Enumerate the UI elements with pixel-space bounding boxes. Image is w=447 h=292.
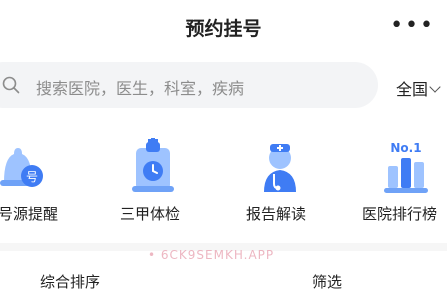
shortcut-label: 报告解读	[246, 205, 307, 223]
shortcut-label: 医院排行榜	[362, 205, 438, 223]
shortcut-slot-reminder[interactable]: 号 号源提醒	[0, 132, 80, 232]
search-placeholder: 搜索医院，医生，科室，疾病	[36, 79, 245, 98]
region-label: 全国	[396, 80, 429, 99]
no1-ranking-icon: No.1	[384, 141, 428, 193]
bell-number-icon: 号	[0, 148, 43, 187]
shortcut-grid: 号 号源提醒 三甲体检 报告解读 No.1 医院排行榜	[0, 132, 447, 232]
shortcut-label: 号源提醒	[0, 205, 59, 223]
search-row: 搜索医院，医生，科室，疾病 全国	[0, 62, 447, 110]
bell-badge-text: 号	[26, 170, 38, 184]
doctor-icon	[264, 144, 296, 192]
search-input[interactable]: 搜索医院，医生，科室，疾病	[0, 62, 378, 108]
ranking-icon-text: No.1	[390, 141, 421, 155]
sort-filter-bar: 综合排序 筛选	[0, 265, 447, 291]
watermark: • 6CK9SEMKH.APP	[148, 248, 275, 262]
shortcut-report[interactable]: 报告解读	[240, 132, 330, 232]
shortcut-ranking[interactable]: No.1 医院排行榜	[362, 132, 447, 232]
chevron-down-icon	[429, 81, 441, 93]
search-icon	[2, 76, 20, 94]
filter-tab[interactable]: 筛选	[312, 271, 342, 292]
shortcut-checkup[interactable]: 三甲体检	[112, 132, 192, 232]
page-title: 预约挂号	[185, 18, 262, 40]
clipboard-clock-icon	[132, 138, 174, 192]
region-selector[interactable]: 全国	[396, 76, 441, 100]
sort-tab[interactable]: 综合排序	[40, 271, 100, 292]
shortcut-label: 三甲体检	[120, 205, 181, 223]
top-nav-bar: 预约挂号 •••	[0, 0, 447, 56]
more-options-button[interactable]: •••	[390, 15, 435, 37]
